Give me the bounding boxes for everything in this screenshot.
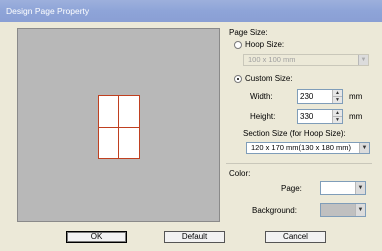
page-preview — [17, 28, 220, 222]
hoop-size-label[interactable]: Hoop Size: — [245, 40, 284, 49]
page-color-label: Page: — [281, 184, 302, 193]
section-size-select[interactable]: 120 x 170 mm(130 x 180 mm) ▼ — [246, 142, 370, 154]
height-value[interactable]: 330 — [300, 112, 313, 121]
width-label: Width: — [250, 92, 273, 101]
chevron-down-icon[interactable]: ▼ — [355, 182, 365, 194]
hoop-size-value: 100 x 100 mm — [248, 55, 296, 64]
section-divider-horizontal — [99, 127, 139, 128]
background-color-label: Background: — [252, 206, 297, 215]
background-color-picker[interactable]: ▼ — [320, 203, 366, 217]
width-unit: mm — [349, 92, 363, 101]
page-size-heading: Page Size: — [229, 28, 268, 37]
arrow-down-icon[interactable]: ▼ — [333, 116, 342, 123]
height-unit: mm — [349, 112, 363, 121]
custom-size-label[interactable]: Custom Size: — [245, 74, 293, 83]
chevron-down-icon: ▼ — [358, 55, 368, 65]
section-size-label: Section Size (for Hoop Size): — [243, 129, 346, 138]
ok-button[interactable]: OK — [66, 231, 127, 243]
height-label: Height: — [250, 112, 276, 121]
default-button[interactable]: Default — [164, 231, 225, 243]
design-page-thumbnail — [98, 95, 140, 159]
arrow-down-icon[interactable]: ▼ — [333, 96, 342, 103]
section-size-value: 120 x 170 mm(130 x 180 mm) — [251, 143, 352, 152]
width-spinbox[interactable]: 230 ▲ ▼ — [297, 89, 343, 104]
chevron-down-icon[interactable]: ▼ — [359, 143, 369, 153]
divider — [226, 163, 372, 164]
hoop-size-radio[interactable] — [234, 41, 242, 49]
height-spinbox[interactable]: 330 ▲ ▼ — [297, 109, 343, 124]
title-bar: Design Page Property — [0, 0, 382, 22]
design-page-property-dialog: Design Page Property Page Size: Hoop Siz… — [0, 0, 382, 251]
page-color-picker[interactable]: ▼ — [320, 181, 366, 195]
chevron-down-icon[interactable]: ▼ — [355, 204, 365, 216]
hoop-size-select: 100 x 100 mm ▼ — [243, 54, 369, 66]
window-title: Design Page Property — [6, 6, 90, 16]
custom-size-radio[interactable] — [234, 75, 242, 83]
width-value[interactable]: 230 — [300, 92, 313, 101]
color-heading: Color: — [229, 169, 251, 178]
cancel-button[interactable]: Cancel — [265, 231, 326, 243]
